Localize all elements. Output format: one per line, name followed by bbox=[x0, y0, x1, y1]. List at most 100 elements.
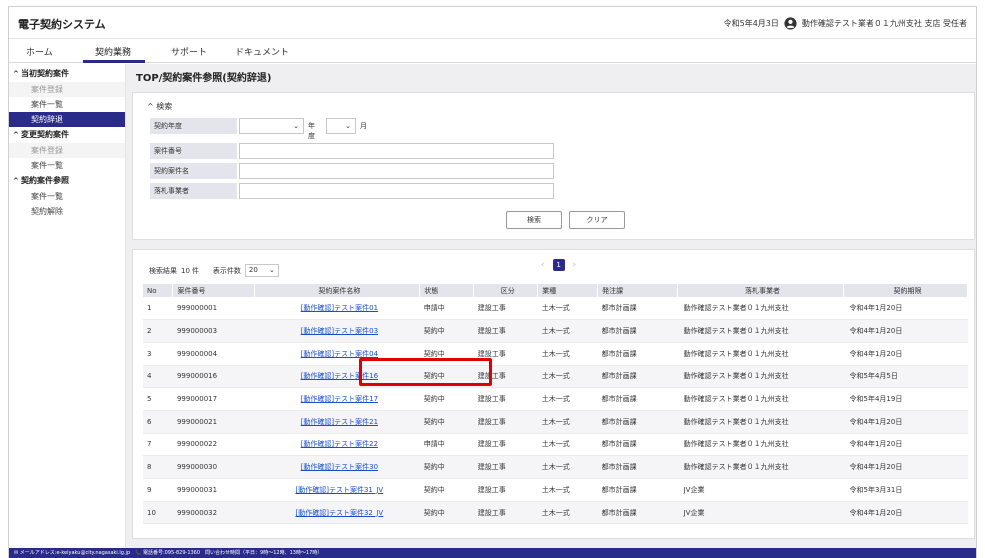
table-row: 9 999000031 [動作確認]テスト案件31_JV 契約中 建設工事 土木一式 都市計… bbox=[143, 478, 968, 502]
chevron-down-icon: ⌄ bbox=[293, 122, 299, 130]
cell-deadline: 令和4年1月20日 bbox=[843, 501, 968, 525]
cell-ordering-dept: 都市計画課 bbox=[597, 342, 678, 366]
sidebar-item-change-case-list[interactable]: 案件一覧 bbox=[9, 158, 125, 173]
bidder-input[interactable] bbox=[239, 183, 554, 199]
cell-case-name-link: [動作確認]テスト案件16 bbox=[254, 365, 420, 389]
cell-deadline: 令和4年1月20日 bbox=[843, 342, 968, 366]
chevron-right-icon[interactable]: › bbox=[573, 260, 577, 270]
nav-home[interactable]: ホーム bbox=[26, 45, 53, 58]
cell-industry: 土木一式 bbox=[537, 478, 598, 502]
month-select[interactable]: ⌄ bbox=[326, 118, 356, 134]
case-name-link[interactable]: [動作確認]テスト案件04 bbox=[301, 350, 378, 358]
sidebar-item-case-list[interactable]: 案件一覧 bbox=[9, 97, 125, 112]
cell-industry: 土木一式 bbox=[537, 410, 598, 434]
cell-row-no: 3 bbox=[143, 342, 173, 366]
case-name-link[interactable]: [動作確認]テスト案件31_JV bbox=[295, 486, 383, 494]
case-name-input[interactable] bbox=[239, 163, 554, 179]
cell-row-no: 1 bbox=[143, 297, 173, 321]
results-panel: 検索結果 10 件 表示件数 20 ⌄ ‹ 1 › No 案件番号 契約案件名称… bbox=[132, 249, 975, 539]
cell-status: 申請中 bbox=[419, 433, 474, 457]
user-circle-icon[interactable] bbox=[784, 17, 797, 30]
case-name-link[interactable]: [動作確認]テスト案件21 bbox=[301, 418, 378, 426]
case-name-link[interactable]: [動作確認]テスト案件30 bbox=[301, 463, 378, 471]
month-unit-label: 月 bbox=[360, 122, 367, 130]
cell-status: 契約中 bbox=[419, 365, 474, 389]
case-name-link[interactable]: [動作確認]テスト案件32_JV bbox=[295, 509, 383, 517]
cell-deadline: 令和4年1月20日 bbox=[843, 297, 968, 321]
cell-winning-bidder: 動作確認テスト業者０１九州支社 bbox=[677, 410, 844, 434]
cell-winning-bidder: JV企業 bbox=[677, 478, 844, 502]
cell-row-no: 7 bbox=[143, 433, 173, 457]
table-row: 8 999000030 [動作確認]テスト案件30 契約中 建設工事 土木一式 都市計画課動… bbox=[143, 455, 968, 479]
sidebar-group-label: 当初契約案件 bbox=[21, 69, 69, 78]
cell-industry: 土木一式 bbox=[537, 387, 598, 411]
case-number-input[interactable] bbox=[239, 143, 554, 159]
sidebar-group-change-contracts[interactable]: ^ 変更契約案件 bbox=[9, 127, 125, 143]
result-count-label: 検索結果 bbox=[149, 266, 177, 275]
nav-contract-work[interactable]: 契約業務 bbox=[95, 45, 131, 58]
chevron-down-icon: ⌄ bbox=[269, 266, 275, 274]
table-row: 6 999000021 [動作確認]テスト案件21 契約中 建設工事 土木一式 都市計画課動… bbox=[143, 410, 968, 434]
case-name-label: 契約案件名 bbox=[150, 163, 237, 179]
sidebar-item-contract-cancel[interactable]: 契約解除 bbox=[9, 204, 125, 219]
cell-status: 契約中 bbox=[419, 501, 474, 525]
search-button[interactable]: 検索 bbox=[506, 211, 562, 229]
page-size-select[interactable]: 20 ⌄ bbox=[244, 264, 279, 277]
cell-deadline: 令和5年4月5日 bbox=[843, 365, 968, 389]
chevron-left-icon[interactable]: ‹ bbox=[541, 260, 545, 270]
case-number-label: 案件番号 bbox=[150, 143, 237, 159]
cell-category: 建設工事 bbox=[473, 433, 538, 457]
cell-case-name-link: [動作確認]テスト案件30 bbox=[254, 455, 420, 479]
fiscal-year-select[interactable]: ⌄ bbox=[239, 118, 304, 134]
cell-ordering-dept: 都市計画課 bbox=[597, 297, 678, 321]
results-meta: 検索結果 10 件 表示件数 20 ⌄ bbox=[149, 264, 279, 277]
cell-winning-bidder: 動作確認テスト業者０１九州支社 bbox=[677, 319, 844, 343]
year-unit-label: 年度 bbox=[308, 122, 315, 140]
case-name-link[interactable]: [動作確認]テスト案件22 bbox=[301, 440, 378, 448]
sidebar-group-contract-reference[interactable]: ^ 契約案件参照 bbox=[9, 173, 125, 189]
cell-deadline: 令和4年1月20日 bbox=[843, 433, 968, 457]
table-row: 10 999000032 [動作確認]テスト案件32_JV 契約中 建設工事 土木一式 都市… bbox=[143, 501, 968, 525]
cell-case-number: 999000031 bbox=[172, 478, 255, 502]
cell-ordering-dept: 都市計画課 bbox=[597, 365, 678, 389]
sidebar-group-label: 変更契約案件 bbox=[21, 130, 69, 139]
case-name-link[interactable]: [動作確認]テスト案件17 bbox=[301, 395, 378, 403]
nav-documents[interactable]: ドキュメント bbox=[235, 45, 289, 58]
cell-status: 契約中 bbox=[419, 342, 474, 366]
col-header-case-name: 契約案件名称 bbox=[254, 284, 421, 297]
cell-status: 申請中 bbox=[419, 297, 474, 321]
case-name-link[interactable]: [動作確認]テスト案件16 bbox=[301, 372, 378, 380]
cell-ordering-dept: 都市計画課 bbox=[597, 387, 678, 411]
clear-button[interactable]: クリア bbox=[569, 211, 625, 229]
page-number-button[interactable]: 1 bbox=[552, 259, 565, 271]
main-nav: ホーム 契約業務 サポート ドキュメント bbox=[9, 39, 976, 63]
case-name-link[interactable]: [動作確認]テスト案件03 bbox=[301, 327, 378, 335]
nav-support[interactable]: サポート bbox=[171, 45, 207, 58]
cell-case-number: 999000030 bbox=[172, 455, 255, 479]
page-size-label: 表示件数 bbox=[212, 266, 241, 275]
caret-up-icon: ^ bbox=[13, 70, 19, 78]
cell-case-number: 999000003 bbox=[172, 319, 255, 343]
search-toggle[interactable]: ^ 検索 bbox=[147, 101, 172, 112]
cell-industry: 土木一式 bbox=[537, 342, 598, 366]
app-title: 電子契約システム bbox=[18, 18, 106, 31]
cell-status: 契約中 bbox=[419, 410, 474, 434]
pagination: ‹ 1 › bbox=[541, 259, 576, 271]
sidebar-item-reference-case-list[interactable]: 案件一覧 bbox=[9, 189, 125, 204]
cell-row-no: 5 bbox=[143, 387, 173, 411]
page-title: TOP/契約案件参照(契約辞退) bbox=[136, 73, 272, 84]
search-toggle-label: 検索 bbox=[156, 102, 173, 111]
sidebar-item-contract-decline[interactable]: 契約辞退 bbox=[9, 112, 125, 127]
user-info: 令和5年4月3日 動作確認テスト業者０１九州支社 支店 受任者 bbox=[724, 17, 967, 30]
col-header-ordering-dept: 発注課 bbox=[597, 284, 679, 297]
caret-up-icon: ^ bbox=[13, 177, 19, 185]
cell-case-name-link: [動作確認]テスト案件01 bbox=[254, 297, 420, 321]
cell-case-number: 999000021 bbox=[172, 410, 255, 434]
cell-deadline: 令和4年1月20日 bbox=[843, 455, 968, 479]
case-name-link[interactable]: [動作確認]テスト案件01 bbox=[301, 304, 378, 312]
main-content: TOP/契約案件参照(契約辞退) ^ 検索 契約年度 ⌄ 年度 ⌄ 月 案件番号 bbox=[126, 64, 976, 548]
cell-deadline: 令和5年3月31日 bbox=[843, 478, 968, 502]
cell-winning-bidder: 動作確認テスト業者０１九州支社 bbox=[677, 297, 844, 321]
sidebar-group-initial-contracts[interactable]: ^ 当初契約案件 bbox=[9, 66, 125, 82]
cell-status: 契約中 bbox=[419, 455, 474, 479]
